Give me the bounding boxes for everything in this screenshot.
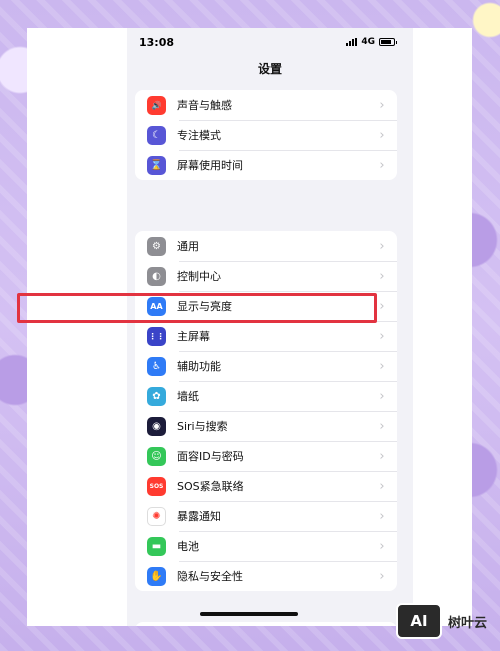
network-label: 4G — [361, 37, 375, 47]
settings-row[interactable]: ⚙ 通用 › — [135, 231, 397, 261]
chevron-right-icon: › — [379, 328, 385, 344]
settings-row[interactable]: ▬ 电池 › — [135, 531, 397, 561]
chevron-right-icon: › — [379, 508, 385, 524]
text-size-icon: AA — [147, 296, 166, 316]
gear-icon: ⚙ — [147, 236, 166, 256]
settings-row-label: 辅助功能 — [177, 360, 221, 373]
settings-group-1: 🔊 声音与触感 › ☾ 专注模式 › ⌛ 屏幕使用时间 › — [135, 90, 397, 180]
chevron-right-icon: › — [379, 418, 385, 434]
status-bar: 13:08 4G — [127, 28, 413, 56]
chevron-right-icon: › — [379, 358, 385, 374]
chevron-right-icon: › — [379, 478, 385, 494]
settings-row[interactable]: AA 显示与亮度 › — [135, 291, 397, 321]
battery-status-icon — [379, 38, 397, 46]
settings-row-label: 主屏幕 — [177, 330, 210, 343]
face-id-icon: ☺ — [147, 446, 166, 466]
phone-frame: 13:08 4G 设置 🔊 声音与触感 › ☾ 专注模式 › ⌛ 屏幕使用时间 › ⚙ 通用 › ◐ 控… — [27, 28, 472, 626]
chevron-right-icon: › — [379, 157, 385, 173]
chevron-right-icon: › — [379, 127, 385, 143]
settings-row-label: 显示与亮度 — [177, 300, 232, 313]
settings-row-label: Siri与搜索 — [177, 420, 228, 433]
settings-row-label: 电池 — [177, 540, 199, 553]
chevron-right-icon: › — [379, 268, 385, 284]
settings-row[interactable]: ⋮⋮ 主屏幕 › — [135, 321, 397, 351]
chevron-right-icon: › — [379, 568, 385, 584]
settings-row-label: 声音与触感 — [177, 99, 232, 112]
toggles-icon: ◐ — [147, 266, 166, 286]
settings-screen: 13:08 4G 设置 🔊 声音与触感 › ☾ 专注模式 › ⌛ 屏幕使用时间 › ⚙ 通用 › ◐ 控… — [127, 28, 413, 626]
home-indicator — [200, 612, 298, 616]
exposure-icon: ✺ — [147, 506, 166, 526]
signal-icon — [346, 38, 358, 46]
settings-row[interactable]: ✿ 墙纸 › — [135, 381, 397, 411]
settings-row-label: 面容ID与密码 — [177, 450, 244, 463]
settings-row[interactable]: 🔊 声音与触感 › — [135, 90, 397, 120]
flower-icon: ✿ — [147, 386, 166, 406]
settings-row-label: 暴露通知 — [177, 510, 221, 523]
settings-row-label: 控制中心 — [177, 270, 221, 283]
chevron-right-icon: › — [379, 538, 385, 554]
settings-row-label: 隐私与安全性 — [177, 570, 243, 583]
moon-icon: ☾ — [147, 125, 166, 145]
settings-row[interactable]: ✺ 暴露通知 › — [135, 501, 397, 531]
chevron-right-icon: › — [379, 388, 385, 404]
settings-row[interactable]: ◐ 控制中心 › — [135, 261, 397, 291]
accessibility-icon: ♿ — [147, 356, 166, 376]
settings-row[interactable]: ◉ Siri与搜索 › — [135, 411, 397, 441]
hand-icon: ✋ — [147, 566, 166, 586]
hourglass-icon: ⌛ — [147, 155, 166, 175]
settings-row-label: 屏幕使用时间 — [177, 159, 243, 172]
watermark-text: 树叶云 — [448, 615, 488, 631]
home-grid-icon: ⋮⋮ — [147, 326, 166, 346]
chevron-right-icon: › — [379, 298, 385, 314]
watermark-logo: AI — [396, 603, 442, 639]
settings-row[interactable]: ☾ 专注模式 › — [135, 120, 397, 150]
settings-group-2: ⚙ 通用 › ◐ 控制中心 › AA 显示与亮度 › ⋮⋮ 主屏幕 › ♿ 辅助功能 › ✿ 墙纸 › ◉ Siri与… — [135, 231, 397, 591]
siri-icon: ◉ — [147, 416, 166, 436]
chevron-right-icon: › — [379, 97, 385, 113]
settings-row-label: 专注模式 — [177, 129, 221, 142]
status-indicators: 4G — [346, 37, 397, 47]
settings-row[interactable]: ♿ 辅助功能 › — [135, 351, 397, 381]
battery-icon: ▬ — [147, 536, 166, 556]
page-title: 设置 — [257, 62, 282, 76]
chevron-right-icon: › — [379, 448, 385, 464]
settings-row-label: 墙纸 — [177, 390, 199, 403]
settings-row-label: 通用 — [177, 240, 199, 253]
settings-row[interactable]: ✋ 隐私与安全性 › — [135, 561, 397, 591]
watermark: AI 树叶云 — [396, 603, 487, 639]
settings-row[interactable]: AApp Store› — [135, 622, 397, 626]
settings-group-3: AApp Store› — [135, 622, 397, 626]
sos-icon: SOS — [147, 476, 166, 496]
settings-row[interactable]: ☺ 面容ID与密码 › — [135, 441, 397, 471]
chevron-right-icon: › — [379, 238, 385, 254]
settings-row[interactable]: ⌛ 屏幕使用时间 › — [135, 150, 397, 180]
speaker-icon: 🔊 — [147, 95, 166, 115]
settings-row[interactable]: SOS SOS紧急联络 › — [135, 471, 397, 501]
status-time: 13:08 — [139, 35, 175, 49]
settings-row-label: SOS紧急联络 — [177, 480, 244, 493]
